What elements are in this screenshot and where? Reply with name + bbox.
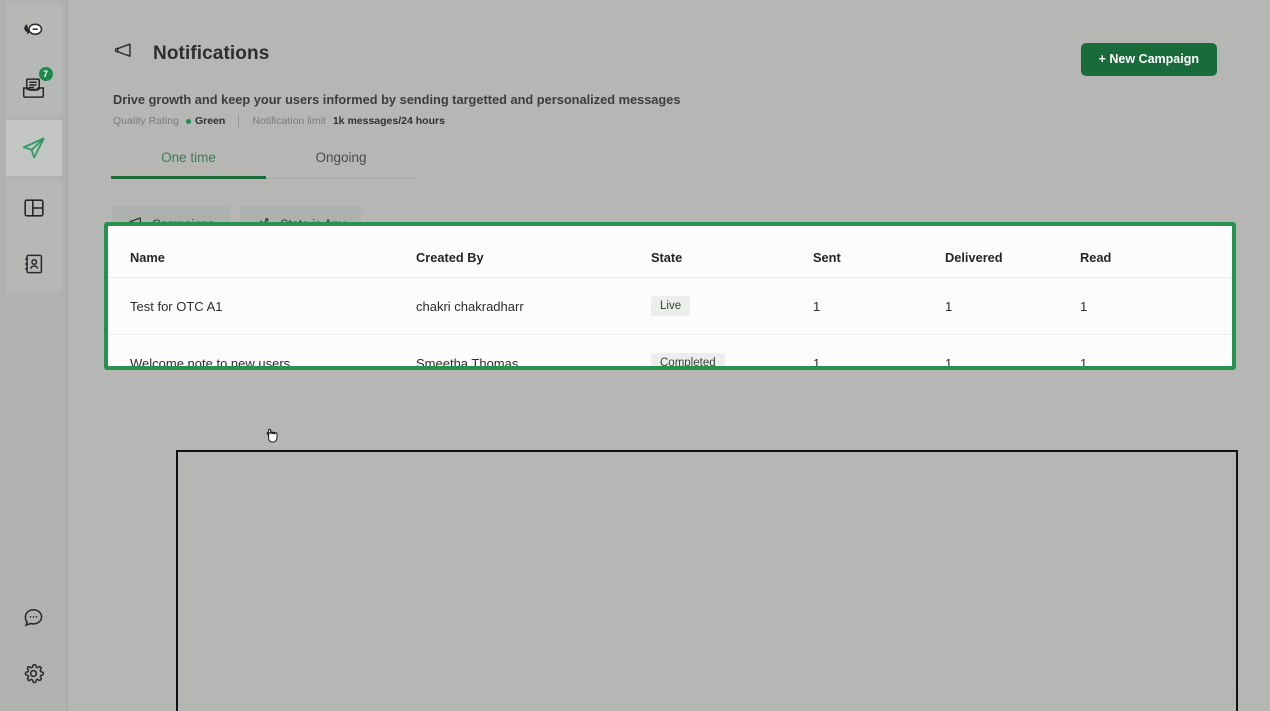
- cell-sent: 1: [813, 355, 821, 370]
- gear-icon: [22, 662, 45, 685]
- paper-plane-icon: [21, 135, 47, 161]
- table-header: Name Created By State Sent Delivered Rea…: [108, 226, 1232, 278]
- conversations-icon: [22, 20, 46, 44]
- sidebar-top-group: 7: [0, 0, 67, 116]
- cell-read: 1: [1080, 355, 1088, 370]
- cell-created-by: Smeetha Thomas: [416, 355, 519, 370]
- table-body: Test for OTC A1 chakri chakradharr Live …: [108, 277, 1232, 370]
- app-root: 7 Notifications + New Campaign Drive gro…: [0, 0, 1270, 711]
- tab-ongoing[interactable]: Ongoing: [266, 144, 416, 178]
- column-header-delivered[interactable]: Delivered: [945, 226, 1080, 278]
- table-row[interactable]: Welcome note to new users Smeetha Thomas…: [108, 335, 1232, 370]
- cell-name[interactable]: Test for OTC A1: [108, 277, 416, 335]
- page-title: Notifications: [153, 42, 270, 64]
- sidebar-mid-group: [0, 176, 67, 292]
- campaigns-table-highlight: Name Created By State Sent Delivered Rea…: [104, 222, 1236, 370]
- cell-name[interactable]: Welcome note to new users: [108, 335, 416, 367]
- megaphone-icon: [113, 40, 135, 67]
- list-item: [1236, 440, 1270, 489]
- page-meta-row: Quality Rating Green Notification limit …: [113, 114, 445, 128]
- cell-read: 1: [1080, 277, 1232, 335]
- cell-sent: 1: [813, 277, 945, 335]
- annotation-region-box: [176, 450, 1238, 711]
- notification-limit-label: Notification limit: [252, 115, 326, 127]
- page-wrapper: 7 Notifications + New Campaign Drive gro…: [0, 0, 1270, 711]
- sidebar-item-settings[interactable]: [6, 645, 62, 701]
- status-badge: Completed: [651, 353, 725, 366]
- cell-state: Completed: [651, 335, 813, 366]
- contact-book-icon: [22, 252, 46, 276]
- cell-delivered: 1: [945, 277, 1080, 335]
- chat-bubble-icon: [22, 606, 45, 629]
- table-header-row: Name Created By State Sent Delivered Rea…: [108, 226, 1232, 278]
- page-header: Notifications: [113, 40, 269, 67]
- status-badge: Live: [651, 296, 691, 316]
- sidebar-item-contacts[interactable]: [5, 236, 62, 292]
- list-item: [1236, 586, 1270, 634]
- cell-delivered: 1: [945, 355, 953, 370]
- quality-rating-label: Quality Rating: [113, 115, 179, 127]
- background-table-rows: [1236, 440, 1270, 711]
- column-header-read[interactable]: Read: [1080, 226, 1232, 278]
- cell-state: Live: [651, 277, 813, 335]
- sidebar-item-conversations[interactable]: [5, 4, 62, 60]
- notification-limit-value: 1k messages/24 hours: [332, 115, 445, 127]
- sidebar-item-campaigns[interactable]: [5, 120, 62, 176]
- quality-rating-value: Green: [194, 115, 226, 127]
- column-header-state[interactable]: State: [651, 226, 813, 278]
- page-subtitle: Drive growth and keep your users informe…: [113, 92, 681, 107]
- column-header-created-by[interactable]: Created By: [416, 226, 651, 278]
- messages-unread-badge: 7: [38, 67, 53, 81]
- column-header-sent[interactable]: Sent: [813, 226, 945, 278]
- list-item: [1236, 634, 1270, 683]
- new-campaign-button[interactable]: + New Campaign: [1080, 43, 1217, 76]
- cell-created-by: chakri chakradharr: [416, 277, 651, 335]
- campaign-type-tabs: One time Ongoing: [111, 144, 416, 179]
- campaigns-table: Name Created By State Sent Delivered Rea…: [108, 226, 1232, 370]
- mouse-cursor-pointer: [264, 426, 280, 444]
- main-content: Notifications + New Campaign Drive growt…: [68, 0, 1270, 711]
- sidebar-item-dashboard[interactable]: [5, 180, 62, 236]
- quality-status-dot: [185, 118, 191, 124]
- sidebar-item-help[interactable]: [6, 589, 62, 645]
- list-item: [1236, 537, 1270, 586]
- column-header-name[interactable]: Name: [108, 226, 416, 278]
- table-row[interactable]: Test for OTC A1 chakri chakradharr Live …: [108, 277, 1232, 335]
- tab-one-time[interactable]: One time: [111, 144, 266, 179]
- meta-divider: [238, 114, 240, 128]
- list-item: [1236, 489, 1270, 537]
- sidebar-item-messages[interactable]: 7: [5, 60, 62, 116]
- left-sidebar: 7: [0, 0, 68, 711]
- list-item: [1236, 683, 1270, 711]
- layout-panel-icon: [22, 196, 46, 220]
